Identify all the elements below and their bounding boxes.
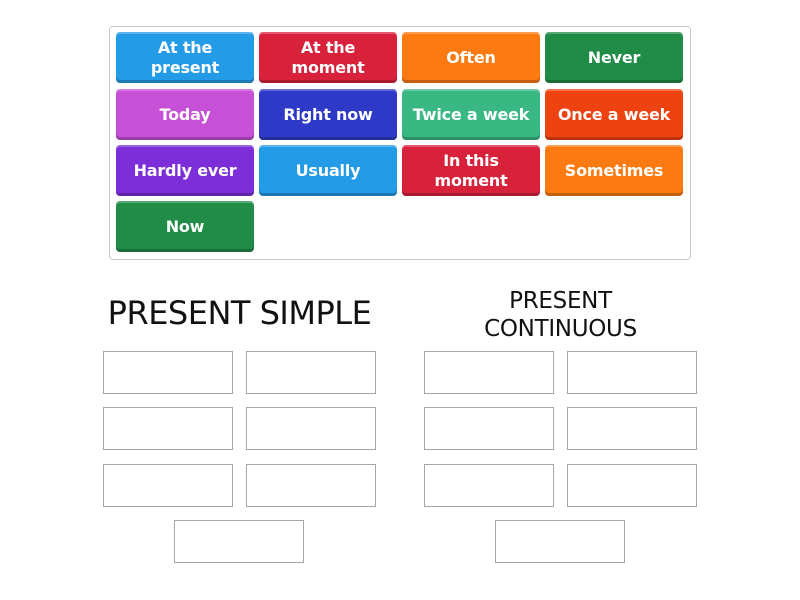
word-tile[interactable]: Now [116, 201, 254, 252]
word-tile[interactable]: Hardly ever [116, 145, 254, 196]
word-tile[interactable]: Twice a week [402, 89, 540, 140]
word-tile-label: Now [165, 216, 205, 236]
group-title-present-simple: PRESENT SIMPLE [107, 294, 372, 332]
present-continuous-drop-slot[interactable] [424, 351, 554, 394]
present-simple-drop-slot[interactable] [246, 464, 376, 507]
word-tile-label: Sometimes [564, 160, 664, 180]
present-continuous-drop-slot[interactable] [567, 464, 697, 507]
word-tile[interactable]: In this moment [402, 145, 540, 196]
word-tile-label: At the moment [291, 37, 365, 77]
word-tile[interactable]: At the moment [259, 32, 397, 83]
word-tile[interactable]: Today [116, 89, 254, 140]
word-tile-label: At the present [150, 37, 220, 77]
present-simple-drop-slot[interactable] [103, 407, 233, 450]
group-title-present-continuous: PRESENT CONTINUOUS [484, 288, 637, 342]
word-tile-label: Today [159, 104, 211, 124]
present-continuous-drop-slot[interactable] [567, 351, 697, 394]
word-tile-label: Often [446, 47, 496, 67]
present-simple-drop-slot[interactable] [103, 464, 233, 507]
word-tile[interactable]: Often [402, 32, 540, 83]
word-tile-label: Never [587, 47, 641, 67]
present-simple-drop-slot[interactable] [246, 407, 376, 450]
word-tile[interactable]: Once a week [545, 89, 683, 140]
word-tile[interactable]: At the present [116, 32, 254, 83]
word-tile-label: In this moment [434, 150, 508, 190]
word-tile-label: Twice a week [412, 104, 530, 124]
word-tile-label: Right now [283, 104, 373, 124]
word-tile-label: Hardly ever [133, 160, 237, 180]
present-simple-drop-slot[interactable] [246, 351, 376, 394]
present-simple-drop-slot[interactable] [174, 520, 304, 563]
present-continuous-drop-slot[interactable] [424, 464, 554, 507]
present-continuous-drop-slot[interactable] [495, 520, 625, 563]
present-simple-drop-slot[interactable] [103, 351, 233, 394]
word-tile[interactable]: Never [545, 32, 683, 83]
present-continuous-drop-slot[interactable] [424, 407, 554, 450]
present-continuous-drop-slot[interactable] [567, 407, 697, 450]
word-tile[interactable]: Right now [259, 89, 397, 140]
word-tile-label: Usually [295, 160, 361, 180]
word-tile[interactable]: Usually [259, 145, 397, 196]
word-bank: At the present At the moment Often Never Tod… [109, 26, 691, 260]
word-tile[interactable]: Sometimes [545, 145, 683, 196]
word-tile-label: Once a week [557, 104, 671, 124]
